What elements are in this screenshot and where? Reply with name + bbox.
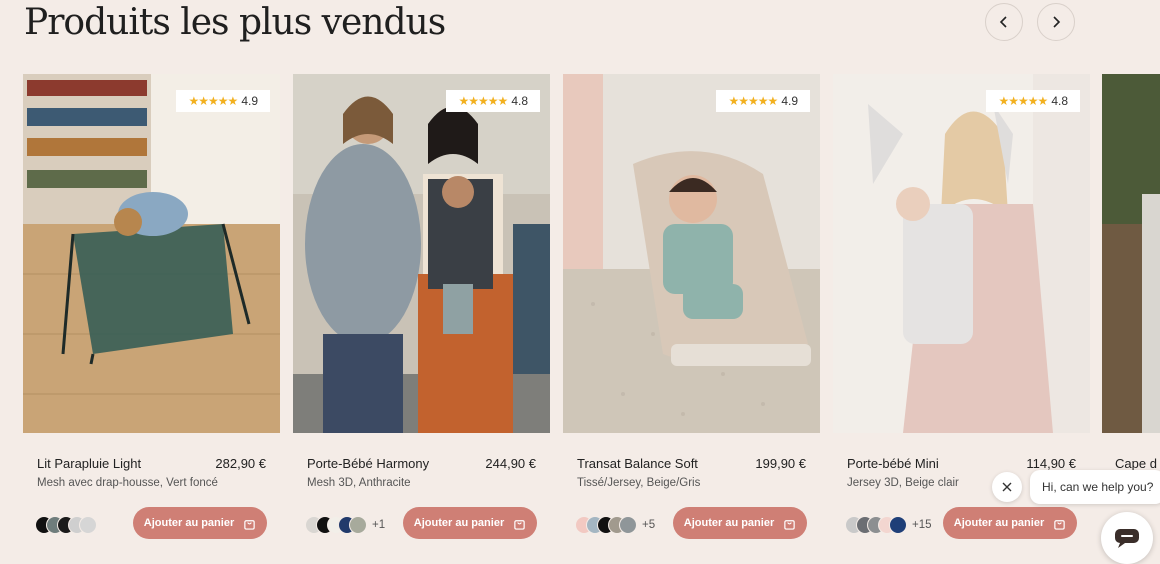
add-to-cart-button[interactable]: Ajouter au panier <box>943 507 1077 539</box>
rating-badge: ★★★★★ 4.8 <box>985 90 1080 112</box>
product-price: 114,90 € <box>1026 456 1076 471</box>
rating-badge: ★★★★★ 4.8 <box>445 90 540 112</box>
product-image[interactable] <box>23 74 280 433</box>
product-description: Mesh 3D, Anthracite <box>307 477 411 489</box>
section-title: Produits les plus vendus <box>24 2 446 43</box>
add-to-cart-label: Ajouter au panier <box>413 517 505 529</box>
product-image[interactable] <box>833 74 1090 433</box>
close-icon <box>1002 482 1012 492</box>
bag-icon <box>1054 519 1065 530</box>
rating-value: 4.8 <box>511 94 528 108</box>
product-image[interactable] <box>1102 74 1160 433</box>
color-swatches: +1 <box>305 516 385 534</box>
product-card[interactable]: ★★★★★ 4.9 Transat Balance Soft 199,90 € … <box>563 74 820 564</box>
carousel-next-button[interactable] <box>1037 3 1075 41</box>
more-colors-count: +15 <box>912 519 932 531</box>
product-name[interactable]: Lit Parapluie Light <box>37 456 141 471</box>
product-price: 244,90 € <box>485 456 536 471</box>
product-description: Mesh avec drap-housse, Vert foncé <box>37 477 218 489</box>
star-icon: ★★★★★ <box>998 94 1049 108</box>
chat-prompt[interactable]: Hi, can we help you? <box>1030 470 1160 504</box>
add-to-cart-button[interactable]: Ajouter au panier <box>403 507 537 539</box>
color-swatch[interactable] <box>349 516 367 534</box>
chat-close-button[interactable] <box>992 472 1022 502</box>
add-to-cart-button[interactable]: Ajouter au panier <box>133 507 267 539</box>
color-swatches: +5 <box>575 516 655 534</box>
product-card[interactable]: ★★★★★ 4.8 Porte-Bébé Harmony 244,90 € Me… <box>293 74 550 564</box>
color-swatch[interactable] <box>619 516 637 534</box>
add-to-cart-button[interactable]: Ajouter au panier <box>673 507 807 539</box>
product-name[interactable]: Porte-Bébé Harmony <box>307 456 429 471</box>
color-swatch[interactable] <box>79 516 97 534</box>
color-swatch[interactable] <box>889 516 907 534</box>
rating-value: 4.8 <box>1051 94 1068 108</box>
star-icon: ★★★★★ <box>188 94 239 108</box>
more-colors-count: +1 <box>372 519 386 531</box>
product-description: Jersey 3D, Beige clair <box>847 477 959 489</box>
product-image[interactable] <box>293 74 550 433</box>
color-swatches <box>35 516 97 534</box>
product-image[interactable] <box>563 74 820 433</box>
carousel-prev-button[interactable] <box>985 3 1023 41</box>
product-description: Tissé/Jersey, Beige/Gris <box>577 477 701 489</box>
chat-icon <box>1115 529 1139 548</box>
bag-icon <box>244 519 255 530</box>
chevron-left-icon <box>999 16 1007 28</box>
product-price: 282,90 € <box>215 456 266 471</box>
star-icon: ★★★★★ <box>458 94 509 108</box>
rating-value: 4.9 <box>781 94 798 108</box>
chat-launcher-button[interactable] <box>1101 512 1153 564</box>
more-colors-count: +5 <box>642 519 656 531</box>
product-name[interactable]: Transat Balance Soft <box>577 456 698 471</box>
color-swatches: +15 <box>845 516 932 534</box>
bag-icon <box>514 519 525 530</box>
add-to-cart-label: Ajouter au panier <box>683 517 775 529</box>
rating-value: 4.9 <box>241 94 258 108</box>
rating-badge: ★★★★★ 4.9 <box>715 90 810 112</box>
chevron-right-icon <box>1053 16 1061 28</box>
rating-badge: ★★★★★ 4.9 <box>175 90 270 112</box>
product-card[interactable]: ★★★★★ 4.9 Lit Parapluie Light 282,90 € M… <box>23 74 280 564</box>
add-to-cart-label: Ajouter au panier <box>953 517 1045 529</box>
bag-icon <box>784 519 795 530</box>
product-price: 199,90 € <box>755 456 806 471</box>
star-icon: ★★★★★ <box>728 94 779 108</box>
product-name[interactable]: Porte-bébé Mini <box>847 456 939 471</box>
add-to-cart-label: Ajouter au panier <box>143 517 235 529</box>
product-name[interactable]: Cape d <box>1115 456 1157 471</box>
